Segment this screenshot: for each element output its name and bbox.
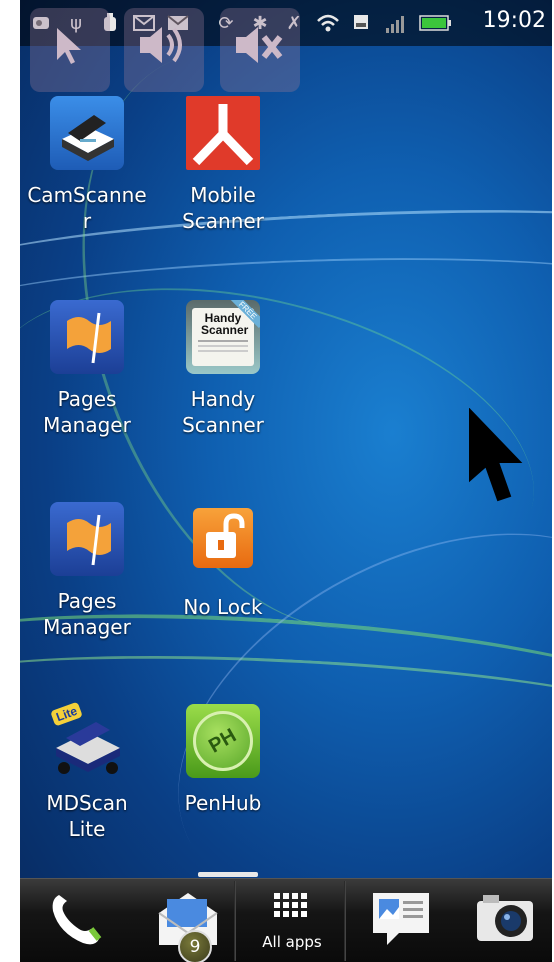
- camscanner-icon: [50, 96, 124, 170]
- mdscan-lite-icon: Lite: [50, 701, 124, 778]
- mouse-pointer-icon: [468, 407, 528, 508]
- volume-up-quick-button[interactable]: [124, 8, 204, 92]
- wifi-icon: [316, 11, 340, 35]
- camera-icon: [473, 891, 537, 951]
- clock: 19:02: [482, 8, 546, 33]
- app-label: PenHub: [184, 791, 262, 815]
- messages-button[interactable]: [356, 879, 446, 962]
- pages-manager-icon: [50, 300, 124, 374]
- home-screen: ψ ⟳ ✱ ✗ 19:02 CamScanne r Mobile Scanner: [20, 0, 552, 962]
- icon-text: PH: [205, 724, 241, 758]
- mute-icon: [232, 23, 288, 78]
- app-label: Pages Manager: [43, 589, 131, 639]
- app-mdscan-lite[interactable]: Lite MDScan Lite: [22, 701, 152, 842]
- dock-divider: [234, 881, 235, 961]
- cellular-icon: [384, 11, 408, 35]
- app-mobile-scanner[interactable]: Mobile Scanner: [158, 96, 288, 234]
- app-label: MDScan Lite: [46, 791, 128, 841]
- no-lock-icon: [193, 508, 253, 568]
- phone-icon: [45, 889, 105, 953]
- icon-text: Handy Scanner: [201, 311, 249, 337]
- app-label: Handy Scanner: [182, 387, 264, 437]
- messages-icon: [369, 889, 433, 953]
- sd-card-icon: [350, 11, 374, 35]
- arrow-pointer-icon: [53, 23, 87, 77]
- penhub-icon: PH: [186, 704, 260, 778]
- all-apps-button[interactable]: All apps: [238, 879, 346, 962]
- dock: All apps: [20, 878, 552, 962]
- handy-scanner-icon: Handy Scanner FREE: [186, 300, 260, 374]
- app-label: CamScanne r: [27, 183, 147, 233]
- unread-count-badge: 9: [178, 930, 212, 962]
- camera-button[interactable]: [460, 879, 550, 962]
- mobile-scanner-icon: [186, 96, 260, 170]
- pages-manager-icon: [50, 502, 124, 576]
- grid-icon: [272, 891, 312, 929]
- all-apps-label: All apps: [262, 933, 322, 951]
- app-pages-manager[interactable]: Pages Manager: [22, 300, 152, 438]
- phone-button[interactable]: [30, 879, 120, 962]
- app-penhub[interactable]: PH PenHub: [158, 704, 288, 816]
- app-label: Mobile Scanner: [182, 183, 264, 233]
- mute-quick-button[interactable]: [220, 8, 300, 92]
- page-indicator: [198, 872, 258, 877]
- app-pages-manager[interactable]: Pages Manager: [22, 502, 152, 640]
- app-label: No Lock: [183, 595, 263, 619]
- app-no-lock[interactable]: No Lock: [158, 502, 288, 620]
- battery-icon: [418, 11, 452, 35]
- speaker-icon: [136, 23, 192, 78]
- pointer-quick-button[interactable]: [30, 8, 110, 92]
- dock-divider: [344, 881, 345, 961]
- app-handy-scanner[interactable]: Handy Scanner FREE Handy Scanner: [158, 300, 288, 438]
- app-camscanner[interactable]: CamScanne r: [22, 96, 152, 234]
- app-label: Pages Manager: [43, 387, 131, 437]
